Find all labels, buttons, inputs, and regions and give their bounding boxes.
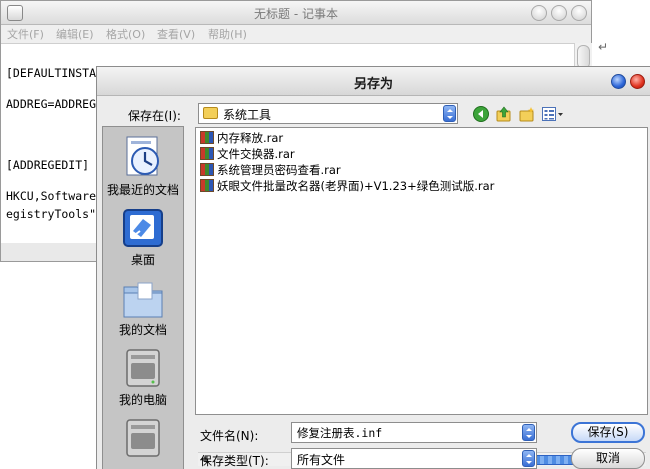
notepad-menu-bar: 文件(F) 编辑(E) 格式(O) 查看(V) 帮助(H) xyxy=(1,25,591,43)
text-line: [ADDREGEDIT] xyxy=(6,158,90,172)
place-label: 我的文档 xyxy=(118,323,167,337)
dialog-close-button[interactable] xyxy=(630,74,645,89)
places-bar: 我最近的文档 桌面 我的文档 我的电脑 xyxy=(102,126,184,469)
save-button[interactable]: 保存(S) xyxy=(571,422,645,443)
place-label: 我的电脑 xyxy=(118,393,167,407)
place-recent-documents[interactable]: 我最近的文档 xyxy=(103,135,183,197)
menu-format[interactable]: 格式(O) xyxy=(106,26,145,42)
text-line: egistryTools", xyxy=(6,207,103,221)
save-in-label: 保存在(I): xyxy=(128,109,181,123)
rar-archive-icon xyxy=(200,163,214,176)
close-button[interactable] xyxy=(571,5,587,21)
file-name: 系统管理员密码查看.rar xyxy=(217,163,341,177)
place-my-computer[interactable]: 我的电脑 xyxy=(103,345,183,407)
my-computer-icon xyxy=(126,349,160,387)
notepad-title: 无标题 - 记事本 xyxy=(254,7,338,21)
help-button[interactable] xyxy=(611,74,626,89)
view-menu-icon[interactable] xyxy=(542,106,564,122)
dropdown-arrow-icon[interactable] xyxy=(522,450,535,467)
file-name: 内存释放.rar xyxy=(217,131,284,145)
dialog-title-bar[interactable]: 另存为 xyxy=(97,67,650,96)
rar-archive-icon xyxy=(200,179,214,192)
filename-value: 修复注册表.inf xyxy=(297,426,383,440)
filename-label: 文件名(N): xyxy=(200,429,259,443)
filetype-value: 所有文件 xyxy=(297,453,346,467)
rar-archive-icon xyxy=(200,131,214,144)
place-label: 我最近的文档 xyxy=(106,183,179,197)
up-folder-icon[interactable] xyxy=(496,106,512,122)
file-name: 妖眼文件批量改名器(老界面)+V1.23+绿色测试版.rar xyxy=(217,179,495,193)
menu-edit[interactable]: 编辑(E) xyxy=(56,26,94,42)
dropdown-arrow-icon[interactable] xyxy=(443,105,456,122)
file-name: 文件交换器.rar xyxy=(217,147,295,161)
pilcrow-icon: ↵ xyxy=(598,40,609,54)
place-desktop[interactable]: 桌面 xyxy=(103,205,183,267)
filetype-label: 保存类型(T): xyxy=(200,454,269,468)
rar-archive-icon xyxy=(200,147,214,160)
recent-documents-icon xyxy=(126,136,159,176)
desktop-icon xyxy=(123,209,163,247)
network-drive-icon xyxy=(126,419,160,457)
place-label: 桌面 xyxy=(130,253,155,267)
dropdown-arrow-icon[interactable] xyxy=(522,424,535,441)
my-documents-icon xyxy=(123,282,163,318)
place-network-drive[interactable] xyxy=(103,415,183,467)
dialog-title: 另存为 xyxy=(353,77,393,92)
notepad-title-bar[interactable]: 无标题 - 记事本 xyxy=(1,1,591,25)
folder-icon xyxy=(203,107,218,119)
menu-help[interactable]: 帮助(H) xyxy=(208,26,247,42)
filename-input[interactable]: 修复注册表.inf xyxy=(291,422,537,443)
menu-view[interactable]: 查看(V) xyxy=(157,26,195,42)
file-list[interactable]: 内存释放.rar 文件交换器.rar 系统管理员密码查看.rar 妖眼文件批量改… xyxy=(195,127,648,466)
maximize-button[interactable] xyxy=(551,5,567,21)
new-folder-icon[interactable] xyxy=(519,106,535,122)
save-as-dialog: 另存为 保存在(I): 系统工具 我最近的文档 桌面 我的文档 我的电脑 内存释… xyxy=(96,66,650,469)
back-icon[interactable] xyxy=(473,106,489,122)
filetype-dropdown[interactable]: 所有文件 xyxy=(291,448,537,469)
menu-file[interactable]: 文件(F) xyxy=(7,26,44,42)
cancel-button[interactable]: 取消 xyxy=(571,448,645,469)
save-in-dropdown[interactable]: 系统工具 xyxy=(198,103,458,124)
save-in-value: 系统工具 xyxy=(223,108,272,122)
minimize-button[interactable] xyxy=(531,5,547,21)
place-my-documents[interactable]: 我的文档 xyxy=(103,275,183,337)
